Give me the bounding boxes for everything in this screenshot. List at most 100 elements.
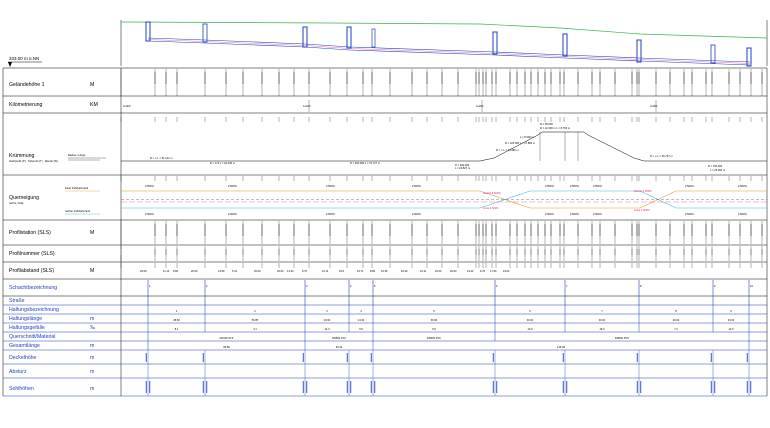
querneigung-red-2: Rechts 2.500%: [634, 189, 652, 193]
row-label-kilometrierung: Kilometrierung: [9, 102, 43, 108]
kruemmung-label-1: R = 174 L = 20.445 m: [210, 161, 235, 165]
profilstation-value-mark: [530, 224, 532, 236]
sohlhoehe-value-mark: [562, 381, 564, 393]
sohlhoehe-value-mark: [350, 381, 352, 393]
schacht-number: 1: [149, 284, 151, 288]
profilstation-value-mark: [563, 224, 565, 236]
gelaende-value-mark: [371, 72, 373, 84]
gelaende-value-mark: [411, 72, 413, 84]
profilnummer-value-mark: [457, 249, 459, 255]
profilnummer-value-mark: [691, 249, 693, 255]
profilnummer-value-mark: [478, 249, 480, 255]
profilabstand-value: 6.78: [480, 269, 486, 273]
gelaende-value-mark: [636, 72, 638, 84]
profilnummer-value-mark: [631, 249, 633, 255]
profilnummer-value-mark: [559, 249, 561, 255]
deckelhoehe-value-mark: [562, 353, 564, 362]
profilstation-value-mark: [750, 224, 752, 236]
profilstation-value-mark: [614, 224, 616, 236]
profilstation-value-mark: [154, 224, 156, 236]
sohlhoehe-value-mark: [306, 381, 308, 393]
gelaende-value-mark: [242, 72, 244, 84]
querschnitt-value: DN500 STZ: [332, 336, 346, 340]
sohlhoehe-value-mark: [750, 381, 752, 393]
haltung-number: 8: [675, 309, 677, 313]
profilstation-value-mark: [308, 224, 310, 236]
sohlhoehe-value-mark: [640, 381, 642, 393]
gelaende-value-mark: [426, 72, 428, 84]
gelaende-value-mark: [711, 72, 713, 84]
sohlhoehe-value-mark: [346, 381, 348, 393]
querneigung-top-4: 2.500%: [545, 184, 554, 188]
profilnummer-value-mark: [475, 249, 477, 255]
sohlhoehe-value-mark: [746, 381, 748, 393]
gelaende-value-mark: [225, 72, 227, 84]
haltung-number: 9: [730, 309, 732, 313]
haltung-number: 6: [529, 309, 531, 313]
profilnummer-value-mark: [482, 249, 484, 255]
profilnummer-value-mark: [509, 249, 511, 255]
row-label-querneigung: Querneigung: [9, 195, 39, 201]
profilstation-value-mark: [457, 224, 459, 236]
profilstation-value-mark: [225, 224, 227, 236]
profilnummer-value-mark: [591, 249, 593, 255]
profilnummer-value-mark: [278, 249, 280, 255]
profilnummer-value-mark: [441, 249, 443, 255]
gelaende-value-mark: [308, 72, 310, 84]
row-label-schacht: Schachtbezeichnung: [9, 285, 57, 291]
querneigung-red-1: Links 2.500%: [483, 206, 499, 210]
kruemmung-label-5: R = ∞ L = 24.386 m: [496, 148, 519, 152]
profilnummer-value-mark: [705, 249, 707, 255]
haltung-number: 4: [360, 309, 362, 313]
profilnummer-value-mark: [636, 249, 638, 255]
row-label-profilstation: Profilstation (SLS): [9, 230, 51, 236]
profilstation-value-mark: [711, 224, 713, 236]
profilabstand-value: 10.11: [322, 269, 329, 273]
querneigung-top-8: 2.500%: [738, 184, 747, 188]
querneigung-band: 2.500% 2.500% 2.500% 2.500% 2.500% 2.500…: [121, 184, 767, 216]
schacht-number: 6: [496, 284, 498, 288]
schacht-number: 4: [350, 284, 352, 288]
profilstation-value-mark: [346, 224, 348, 236]
haltung-number: 5: [433, 309, 435, 313]
haltungsgefaelle-value: 5.0: [432, 327, 436, 331]
profilabstand-value: 5.41: [232, 269, 238, 273]
profilstation-value-mark: [485, 224, 487, 236]
schacht-number: 3: [306, 284, 308, 288]
profilabstand-value: 8.16: [339, 269, 345, 273]
manhole-8: [636, 39, 642, 63]
schacht-number: 9: [714, 284, 716, 288]
sohlhoehe-value-mark: [374, 381, 376, 393]
profilabstand-value: 13.22: [467, 269, 474, 273]
profilnummer-value-mark: [544, 249, 546, 255]
kruemmung-label-6: R = 120.000 L = 17.884 m: [505, 141, 535, 145]
profilstation-value-mark: [655, 224, 657, 236]
profilstation-value-mark: [631, 224, 633, 236]
profilstation-value-mark: [120, 224, 122, 236]
profilabstand-value: 8.89: [370, 269, 376, 273]
row-unit-gelaendehoehe: M: [90, 82, 94, 88]
gelaende-value-mark: [591, 72, 593, 84]
profilstation-value-mark: [638, 224, 640, 236]
gelaende-value-mark: [154, 72, 156, 84]
profilnummer-value-mark: [411, 249, 413, 255]
terrain-line: [120, 21, 768, 39]
gelaende-value-mark: [482, 72, 484, 84]
profilstation-value-mark: [441, 224, 443, 236]
profilnummer-value-mark: [599, 249, 601, 255]
haltungslaenge-value: 56.85: [252, 318, 259, 322]
gelaende-value-mark: [176, 72, 178, 84]
gelaende-value-mark: [631, 72, 633, 84]
bottom-rows: [145, 350, 752, 396]
haltungsgefaelle-value: 14.3: [324, 327, 330, 331]
datum-label: 333.00 m ü.NN: [9, 56, 39, 61]
haltungslaenge-value: 40.00: [527, 318, 534, 322]
profilabstand-value: 14.59: [218, 269, 225, 273]
querneigung-bot-2: 2.500%: [326, 212, 335, 216]
profilnummer-value-mark: [426, 249, 428, 255]
profilabstand-value: 20.00: [435, 269, 442, 273]
profilnummer-value-mark: [371, 249, 373, 255]
profilnummer-value-mark: [293, 249, 295, 255]
gelaende-value-mark: [577, 72, 579, 84]
gelaende-value-mark: [739, 72, 741, 84]
